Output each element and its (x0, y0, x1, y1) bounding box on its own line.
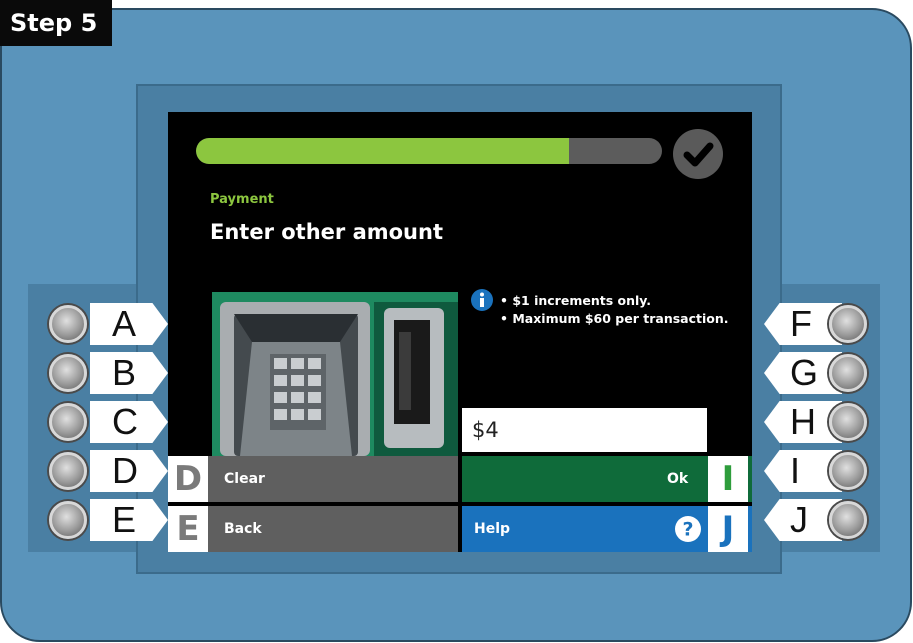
side-key-label-a: A (90, 303, 168, 345)
side-key-label-c: C (90, 401, 168, 443)
step-badge: Step 5 (0, 0, 112, 46)
help-icon: ? (674, 515, 702, 547)
note-maximum: • Maximum $60 per transaction. (500, 311, 729, 326)
help-button-label: Help (474, 521, 511, 537)
back-button-label: Back (224, 521, 262, 537)
info-icon (470, 288, 494, 316)
key-tag-j: J (708, 506, 748, 552)
ok-button[interactable]: Ok I (462, 456, 752, 502)
ok-button-label: Ok (667, 471, 689, 487)
key-tag-i: I (708, 456, 748, 502)
clear-button[interactable]: D Clear (168, 456, 458, 502)
help-button[interactable]: Help ? J (462, 506, 752, 552)
amount-input[interactable] (462, 408, 707, 452)
section-label: Payment (210, 192, 274, 207)
progress-bar (196, 138, 662, 164)
side-key-label-e: E (90, 499, 168, 541)
kiosk-screen: Payment Enter other amount • $1 incremen… (168, 112, 752, 552)
side-button-e[interactable] (49, 501, 87, 539)
info-notes: • $1 increments only. • Maximum $60 per … (498, 292, 729, 328)
side-button-i[interactable] (829, 452, 867, 490)
side-button-d[interactable] (49, 452, 87, 490)
side-button-c[interactable] (49, 403, 87, 441)
back-button[interactable]: E Back (168, 506, 458, 552)
side-button-j[interactable] (829, 501, 867, 539)
side-key-label-d: D (90, 450, 168, 492)
svg-text:?: ? (682, 519, 693, 541)
side-button-h[interactable] (829, 403, 867, 441)
screen-title: Enter other amount (210, 220, 443, 244)
side-key-label-b: B (90, 352, 168, 394)
key-tag-e: E (168, 506, 208, 552)
side-button-f[interactable] (829, 305, 867, 343)
note-increments: • $1 increments only. (500, 293, 652, 308)
side-button-a[interactable] (49, 305, 87, 343)
key-tag-d: D (168, 456, 208, 502)
side-button-g[interactable] (829, 354, 867, 392)
side-button-b[interactable] (49, 354, 87, 392)
atm-keypad-photo (212, 292, 458, 456)
clear-button-label: Clear (224, 471, 265, 487)
check-icon (673, 129, 723, 179)
progress-fill (196, 138, 569, 164)
